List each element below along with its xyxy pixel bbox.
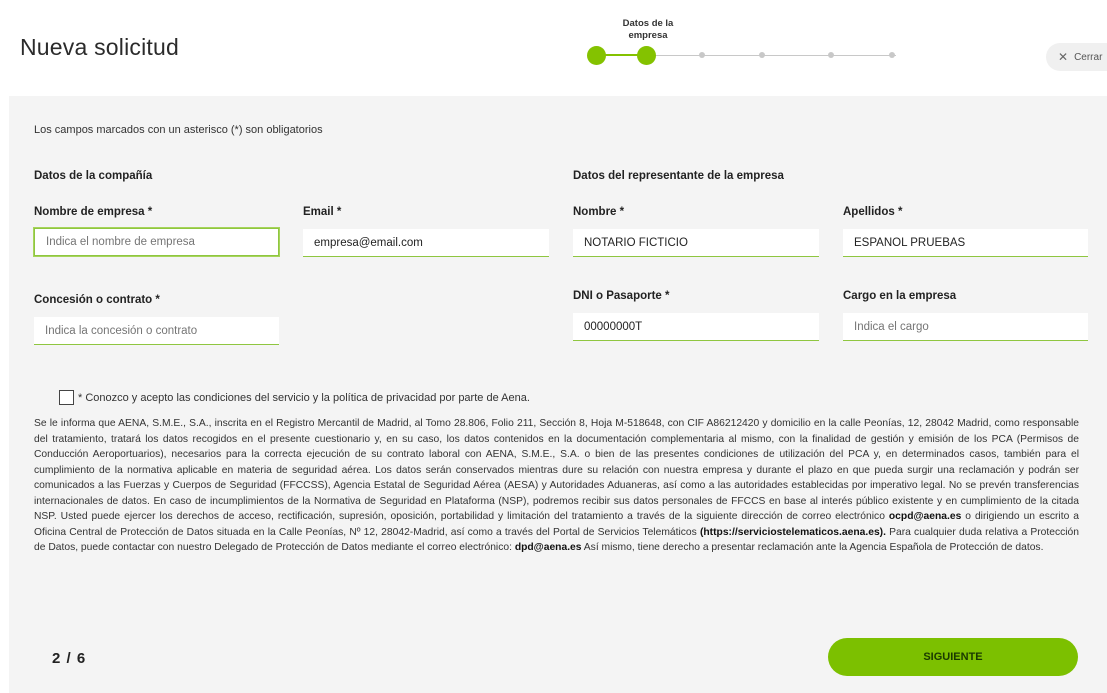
privacy-email-ocpd: ocpd@aena.es [888,511,962,522]
id-document-input[interactable] [573,313,819,341]
step-6-dot [889,52,895,58]
position-label: Cargo en la empresa [843,290,957,302]
privacy-notice: Se le informa que AENA, S.M.E., S.A., in… [34,416,1079,556]
required-note: Los campos marcados con un asterisco (*)… [34,124,323,136]
last-name-label: Apellidos * [843,206,903,218]
step-connector [646,55,896,56]
privacy-portal-url: (https://serviciostelematicos.aena.es). [699,526,886,538]
position-input[interactable] [843,313,1088,341]
step-5-dot [828,52,834,58]
privacy-text-4: Así mismo, tiene derecho a presentar rec… [581,542,1044,553]
privacy-text-1: Se le informa que AENA, S.M.E., S.A., in… [34,418,1079,522]
progress-stepper: Datos de la empresa [582,18,902,68]
company-name-input[interactable] [34,228,279,256]
representative-section-title: Datos del representante de la empresa [573,170,784,182]
step-3-dot [699,52,705,58]
step-4-dot [759,52,765,58]
consent-checkbox[interactable] [59,390,74,405]
email-input[interactable] [303,229,549,257]
company-name-label: Nombre de empresa * [34,206,153,218]
last-name-input[interactable] [843,229,1088,257]
close-label: Cerrar [1074,51,1103,63]
next-button[interactable]: SIGUIENTE [828,638,1078,676]
consent-label: * Conozco y acepto las condiciones del s… [78,391,530,404]
concession-label: Concesión o contrato * [34,294,160,306]
first-name-label: Nombre * [573,206,625,218]
consent-row: * Conozco y acepto las condiciones del s… [59,390,530,405]
first-name-input[interactable] [573,229,819,257]
step-caption: Datos de la empresa [622,18,674,41]
privacy-email-dpd: dpd@aena.es [514,542,582,553]
company-section-title: Datos de la compañía [34,170,153,182]
page-title: Nueva solicitud [20,34,179,60]
close-icon: ✕ [1058,50,1069,64]
step-pager: 2 / 6 [52,650,87,667]
id-document-label: DNI o Pasaporte * [573,290,670,302]
concession-input[interactable] [34,317,279,345]
step-2-dot [637,46,656,65]
email-label: Email * [303,206,342,218]
step-1-dot [587,46,606,65]
close-button[interactable]: ✕ Cerrar [1046,43,1107,71]
